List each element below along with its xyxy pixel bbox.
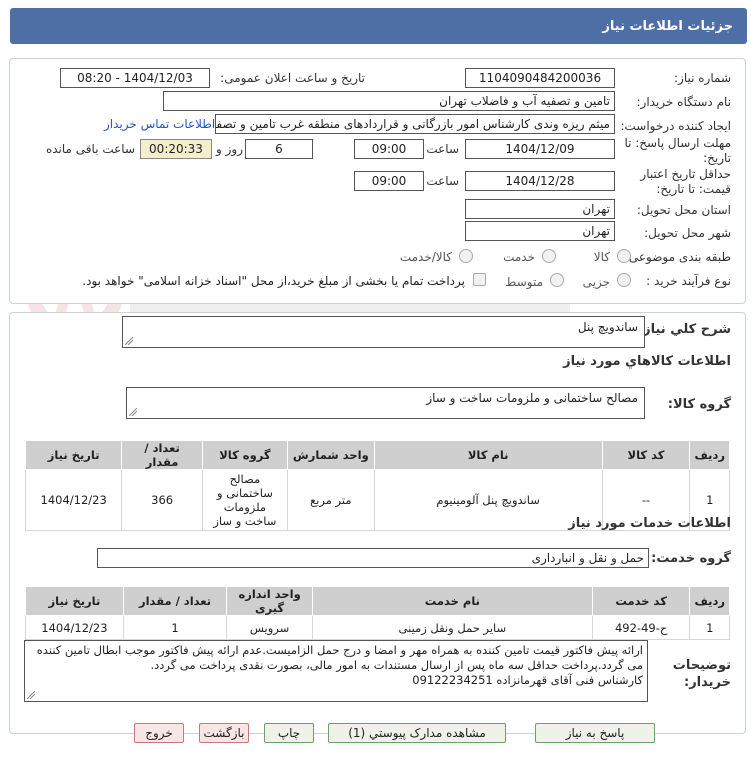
buyer-contact-link[interactable]: اطلاعات تماس خریدار — [104, 117, 215, 131]
category-goods-service-radio[interactable] — [459, 249, 473, 263]
services-cell-qty: 1 — [122, 615, 228, 640]
category-label: طبقه بندی موضوعی: — [624, 250, 731, 264]
remaining-timer: 00:20:33 — [140, 139, 212, 159]
treasury-payment-checkbox[interactable] — [473, 273, 486, 286]
validity-time-label: ساعت — [426, 174, 459, 188]
services-cell-code: ح-49-492 — [591, 615, 691, 640]
category-goods-label: کالا — [593, 250, 610, 264]
general-desc-label: شرح کلي نياز: — [637, 322, 731, 337]
category-service-label: خدمت — [503, 250, 535, 264]
services-cell-unit: سرویس — [226, 615, 313, 640]
process-minor-label: جزیی — [582, 275, 610, 289]
validity-date-field: 1404/12/28 — [465, 171, 615, 191]
buyer-notes-line: ارائه پیش فاکتور قیمت تامین کننده به همر… — [36, 643, 643, 657]
goods-col-group: گروه کالا — [201, 440, 288, 470]
reply-time-field: 09:00 — [354, 139, 424, 159]
reply-time-label: ساعت — [426, 142, 459, 156]
goods-cell-unit: متر مربع — [286, 469, 375, 531]
process-medium-radio[interactable] — [550, 273, 564, 287]
goods-col-date: تاریخ نیاز — [24, 440, 123, 470]
general-desc-field: ساندویچ پنل — [122, 316, 645, 348]
goods-group-field: مصالح ساختمانی و ملزومات ساخت و ساز — [126, 387, 645, 419]
reply-deadline-label: مهلت ارسال پاسخ: تا تاریخ: — [624, 136, 731, 165]
buyer-notes-line: می گردد.پرداخت حداقل سه ماه پس از ارسال … — [150, 658, 643, 672]
category-goods-service-label: کالا/خدمت — [399, 250, 452, 264]
purchase-process-label: نوع فرآیند خرید : — [646, 274, 731, 288]
goods-col-row: ردیف — [689, 440, 730, 470]
buyer-notes-label: توضیحات خریدار: — [672, 658, 731, 690]
resize-handle-icon[interactable] — [125, 337, 133, 345]
need-number-field: 1104090484200036 — [465, 68, 615, 88]
goods-cell-group: مصالح ساختمانی و ملزومات ساخت و ساز — [201, 469, 288, 531]
treasury-payment-note: پرداخت تمام یا بخشی از مبلغ خرید،از محل … — [82, 274, 465, 288]
delivery-province-field: تهران — [465, 199, 615, 219]
price-validity-label: حداقل تاریخ اعتبار قیمت: تا تاریخ: — [640, 167, 731, 196]
services-cell-row: 1 — [689, 615, 730, 640]
services-col-name: نام خدمت — [311, 586, 593, 616]
services-col-date: تاریخ نیاز — [25, 586, 124, 616]
reply-date-field: 1404/12/09 — [465, 139, 615, 159]
goods-info-heading: اطلاعات کالاهاي مورد نياز — [563, 354, 731, 369]
request-creator-label: ایجاد کننده درخواست: — [620, 119, 731, 133]
services-cell-date: 1404/12/23 — [25, 615, 124, 640]
goods-col-name: نام کالا — [373, 440, 603, 470]
category-service-radio[interactable] — [542, 249, 556, 263]
print-button[interactable]: چاپ — [264, 723, 314, 743]
service-group-label: گروه خدمت: — [651, 551, 731, 566]
delivery-city-label: شهر محل تحویل: — [644, 226, 731, 240]
services-info-heading: اطلاعات خدمات مورد نياز — [568, 516, 731, 531]
general-desc-text: ساندویچ پنل — [577, 320, 638, 334]
resize-handle-icon[interactable] — [27, 691, 35, 699]
announce-datetime-field: 1404/12/03 - 08:20 — [60, 68, 210, 88]
need-number-label: شماره نیاز: — [674, 71, 731, 85]
validity-time-field: 09:00 — [354, 171, 424, 191]
remaining-label: ساعت باقی مانده — [45, 142, 135, 156]
buyer-notes-line: کارشناس فنی آقای قهرمانزاده 09122234251 — [412, 673, 643, 687]
goods-col-code: کد کالا — [601, 440, 691, 470]
buyer-notes-field: ارائه پیش فاکتور قیمت تامین کننده به همر… — [24, 640, 648, 702]
days-and-label: روز و — [216, 142, 243, 156]
delivery-city-field: تهران — [465, 221, 615, 241]
view-attachments-button[interactable]: مشاهده مدارک پیوستي (1) — [328, 723, 506, 743]
delivery-province-label: استان محل تحویل: — [636, 203, 731, 217]
page-title: جزئیات اطلاعات نیاز — [10, 8, 747, 44]
back-button[interactable]: بازگشت — [199, 723, 249, 743]
services-col-qty: تعداد / مقدار — [122, 586, 228, 616]
table-row: 1 ح-49-492 سایر حمل ونقل زمینی سرویس 1 1… — [25, 615, 730, 640]
category-goods-radio[interactable] — [617, 249, 631, 263]
goods-cell-date: 1404/12/23 — [24, 469, 123, 531]
goods-group-label: گروه کالا: — [667, 397, 731, 412]
goods-cell-qty: 366 — [121, 469, 203, 531]
services-col-row: ردیف — [689, 586, 730, 616]
services-col-code: کد خدمت — [591, 586, 691, 616]
announce-datetime-label: تاریخ و ساعت اعلان عمومی: — [220, 71, 365, 85]
goods-group-text: مصالح ساختمانی و ملزومات ساخت و ساز — [426, 391, 638, 405]
goods-col-qty: تعداد / مقدار — [121, 440, 203, 470]
process-medium-label: متوسط — [505, 275, 543, 289]
exit-button[interactable]: خروج — [134, 723, 184, 743]
buyer-org-label: نام دستگاه خریدار: — [636, 95, 732, 109]
services-table: ردیف کد خدمت نام خدمت واحد اندازه گیری ت… — [25, 586, 730, 640]
buyer-org-field: تامین و تصفیه آب و فاضلاب تهران — [163, 91, 615, 111]
request-creator-field: میثم ریزه وندی کارشناس امور بازرگانی و ق… — [215, 114, 615, 134]
goods-col-unit: واحد شمارش — [286, 440, 375, 470]
reply-days-field: 6 — [245, 139, 313, 159]
services-col-unit: واحد اندازه گیری — [226, 586, 313, 616]
reply-button[interactable]: پاسخ به نیاز — [535, 723, 655, 743]
process-minor-radio[interactable] — [617, 273, 631, 287]
resize-handle-icon[interactable] — [129, 408, 137, 416]
services-cell-name: سایر حمل ونقل زمینی — [311, 615, 593, 640]
service-group-field: حمل و نقل و انبارداری — [97, 548, 649, 568]
